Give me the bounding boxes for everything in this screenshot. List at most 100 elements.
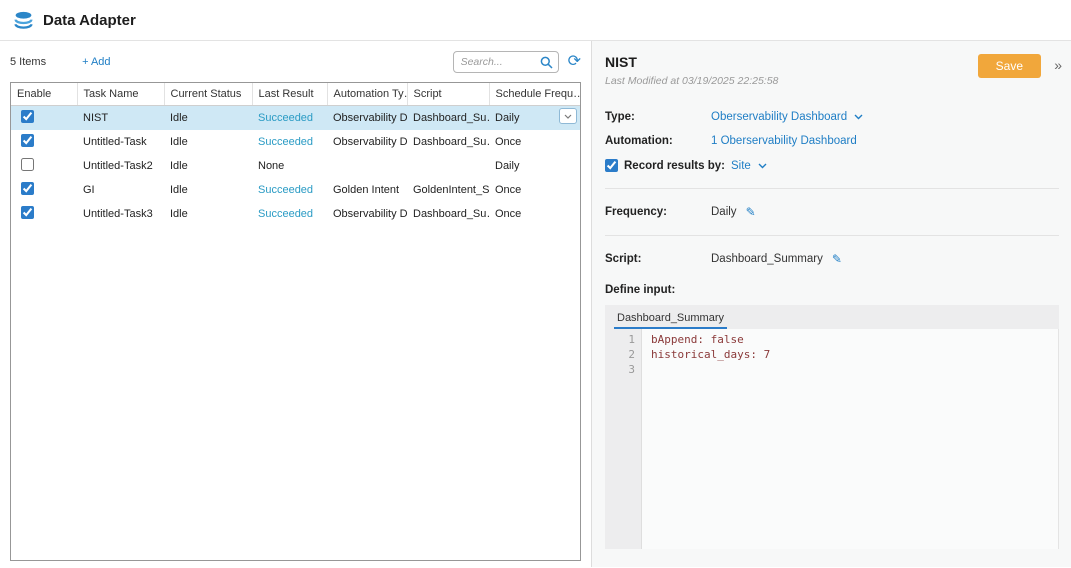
input-editor-container: Dashboard_Summary 1 2 3 bAppend: false h… xyxy=(605,305,1059,549)
row-dropdown-chevron-icon[interactable] xyxy=(559,108,577,124)
divider xyxy=(605,235,1059,236)
table-header-row: Enable Task Name Current Status Last Res… xyxy=(11,83,580,106)
frequency-field-row: Frequency: Daily ✎ xyxy=(605,205,1059,219)
record-results-checkbox[interactable] xyxy=(605,159,618,172)
type-label: Type: xyxy=(605,111,711,123)
enable-cell xyxy=(11,178,77,202)
automation-type-cell xyxy=(327,154,407,178)
type-field-row: Type: Oberservability Dashboard xyxy=(605,111,1059,123)
enable-checkbox[interactable] xyxy=(21,182,34,195)
script-cell xyxy=(407,154,489,178)
last-result-cell: None xyxy=(252,154,327,178)
automation-type-cell: Golden Intent xyxy=(327,178,407,202)
column-header-enable: Enable xyxy=(11,83,77,106)
code-line: bAppend: false xyxy=(651,332,1058,347)
table-row-untitled-task3[interactable]: Untitled-Task3 Idle Succeeded Observabil… xyxy=(11,202,580,226)
current-status-cell: Idle xyxy=(164,202,252,226)
editor-tab-row: Dashboard_Summary xyxy=(605,305,1059,329)
column-header-schedule-frequency: Schedule Frequ… xyxy=(489,83,580,106)
record-results-row: Record results by: Site xyxy=(605,159,1059,172)
frequency-value: Daily xyxy=(711,206,737,218)
editor-code-area[interactable]: bAppend: false historical_days: 7 xyxy=(641,329,1059,549)
last-result-cell: Succeeded xyxy=(252,130,327,154)
enable-checkbox[interactable] xyxy=(21,206,34,219)
table-row-gi[interactable]: GI Idle Succeeded Golden Intent GoldenIn… xyxy=(11,178,580,202)
edit-frequency-icon[interactable]: ✎ xyxy=(746,205,756,219)
automation-type-cell: Observability D… xyxy=(327,130,407,154)
schedule-frequency-cell: Once xyxy=(489,178,580,202)
script-label: Script: xyxy=(605,253,711,265)
refresh-icon[interactable]: ⟳ xyxy=(568,54,581,70)
record-results-label: Record results by: xyxy=(624,160,725,172)
task-name-cell: NIST xyxy=(77,106,164,131)
search-icon[interactable] xyxy=(540,56,553,69)
task-table: Enable Task Name Current Status Last Res… xyxy=(11,83,580,226)
table-row-untitled-task2[interactable]: Untitled-Task2 Idle None Daily xyxy=(11,154,580,178)
last-result-cell: Succeeded xyxy=(252,178,327,202)
last-result-cell: Succeeded xyxy=(252,106,327,131)
automation-type-cell: Observability D… xyxy=(327,202,407,226)
enable-cell xyxy=(11,202,77,226)
code-line: historical_days: 7 xyxy=(651,347,1058,362)
column-header-script: Script xyxy=(407,83,489,106)
code-line xyxy=(651,362,1058,377)
edit-script-icon[interactable]: ✎ xyxy=(832,252,842,266)
tab-dashboard-summary[interactable]: Dashboard_Summary xyxy=(614,308,727,329)
app-header: Data Adapter xyxy=(0,0,1071,41)
last-result-cell: Succeeded xyxy=(252,202,327,226)
schedule-frequency-cell: Once xyxy=(489,130,580,154)
search-input[interactable] xyxy=(459,55,540,69)
editor-line-numbers: 1 2 3 xyxy=(605,329,641,549)
script-value: Dashboard_Summary xyxy=(711,253,823,265)
enable-cell xyxy=(11,130,77,154)
chevron-down-icon xyxy=(758,160,767,172)
search-box xyxy=(453,51,559,73)
schedule-frequency-cell: Daily xyxy=(489,154,580,178)
task-detail-panel: NIST Last Modified at 03/19/2025 22:25:5… xyxy=(592,41,1071,567)
automation-value-link[interactable]: 1 Oberservability Dashboard xyxy=(711,135,857,147)
define-input-label: Define input: xyxy=(605,284,1059,296)
divider xyxy=(605,188,1059,189)
add-task-button[interactable]: + Add xyxy=(82,56,110,68)
task-name-cell: Untitled-Task3 xyxy=(77,202,164,226)
save-button[interactable]: Save xyxy=(978,54,1041,78)
schedule-frequency-cell: Once xyxy=(489,202,580,226)
type-value-dropdown[interactable]: Oberservability Dashboard xyxy=(711,111,863,123)
script-cell: Dashboard_Su… xyxy=(407,202,489,226)
automation-type-cell: Observability D… xyxy=(327,106,407,131)
script-cell: Dashboard_Su… xyxy=(407,130,489,154)
enable-checkbox[interactable] xyxy=(21,158,34,171)
schedule-frequency-cell: Daily xyxy=(489,106,580,131)
frequency-label: Frequency: xyxy=(605,206,711,218)
items-count: 5 Items xyxy=(10,56,46,68)
task-name-cell: Untitled-Task xyxy=(77,130,164,154)
record-results-value-dropdown[interactable]: Site xyxy=(731,160,767,172)
chevron-down-icon xyxy=(854,111,863,123)
current-status-cell: Idle xyxy=(164,106,252,131)
table-row-nist[interactable]: NIST Idle Succeeded Observability D… Das… xyxy=(11,106,580,131)
column-header-automation-type: Automation Ty… xyxy=(327,83,407,106)
column-header-current-status: Current Status xyxy=(164,83,252,106)
data-adapter-logo-icon xyxy=(13,10,34,31)
enable-cell xyxy=(11,154,77,178)
current-status-cell: Idle xyxy=(164,154,252,178)
task-list-panel: 5 Items + Add ⟳ xyxy=(0,41,592,567)
enable-checkbox[interactable] xyxy=(21,134,34,147)
collapse-panel-icon[interactable]: » xyxy=(1054,57,1062,73)
page-title: Data Adapter xyxy=(43,12,136,29)
column-header-last-result: Last Result xyxy=(252,83,327,106)
task-name-cell: Untitled-Task2 xyxy=(77,154,164,178)
script-field-row: Script: Dashboard_Summary ✎ xyxy=(605,252,1059,266)
task-table-container: Enable Task Name Current Status Last Res… xyxy=(10,82,581,561)
automation-field-row: Automation: 1 Oberservability Dashboard xyxy=(605,135,1059,147)
code-editor: 1 2 3 bAppend: false historical_days: 7 xyxy=(605,329,1059,549)
current-status-cell: Idle xyxy=(164,130,252,154)
script-cell: GoldenIntent_S… xyxy=(407,178,489,202)
table-row-untitled-task[interactable]: Untitled-Task Idle Succeeded Observabili… xyxy=(11,130,580,154)
task-name-cell: GI xyxy=(77,178,164,202)
automation-label: Automation: xyxy=(605,135,711,147)
enable-checkbox[interactable] xyxy=(21,110,34,123)
script-cell: Dashboard_Su… xyxy=(407,106,489,131)
enable-cell xyxy=(11,106,77,131)
list-toolbar: 5 Items + Add ⟳ xyxy=(10,50,581,74)
